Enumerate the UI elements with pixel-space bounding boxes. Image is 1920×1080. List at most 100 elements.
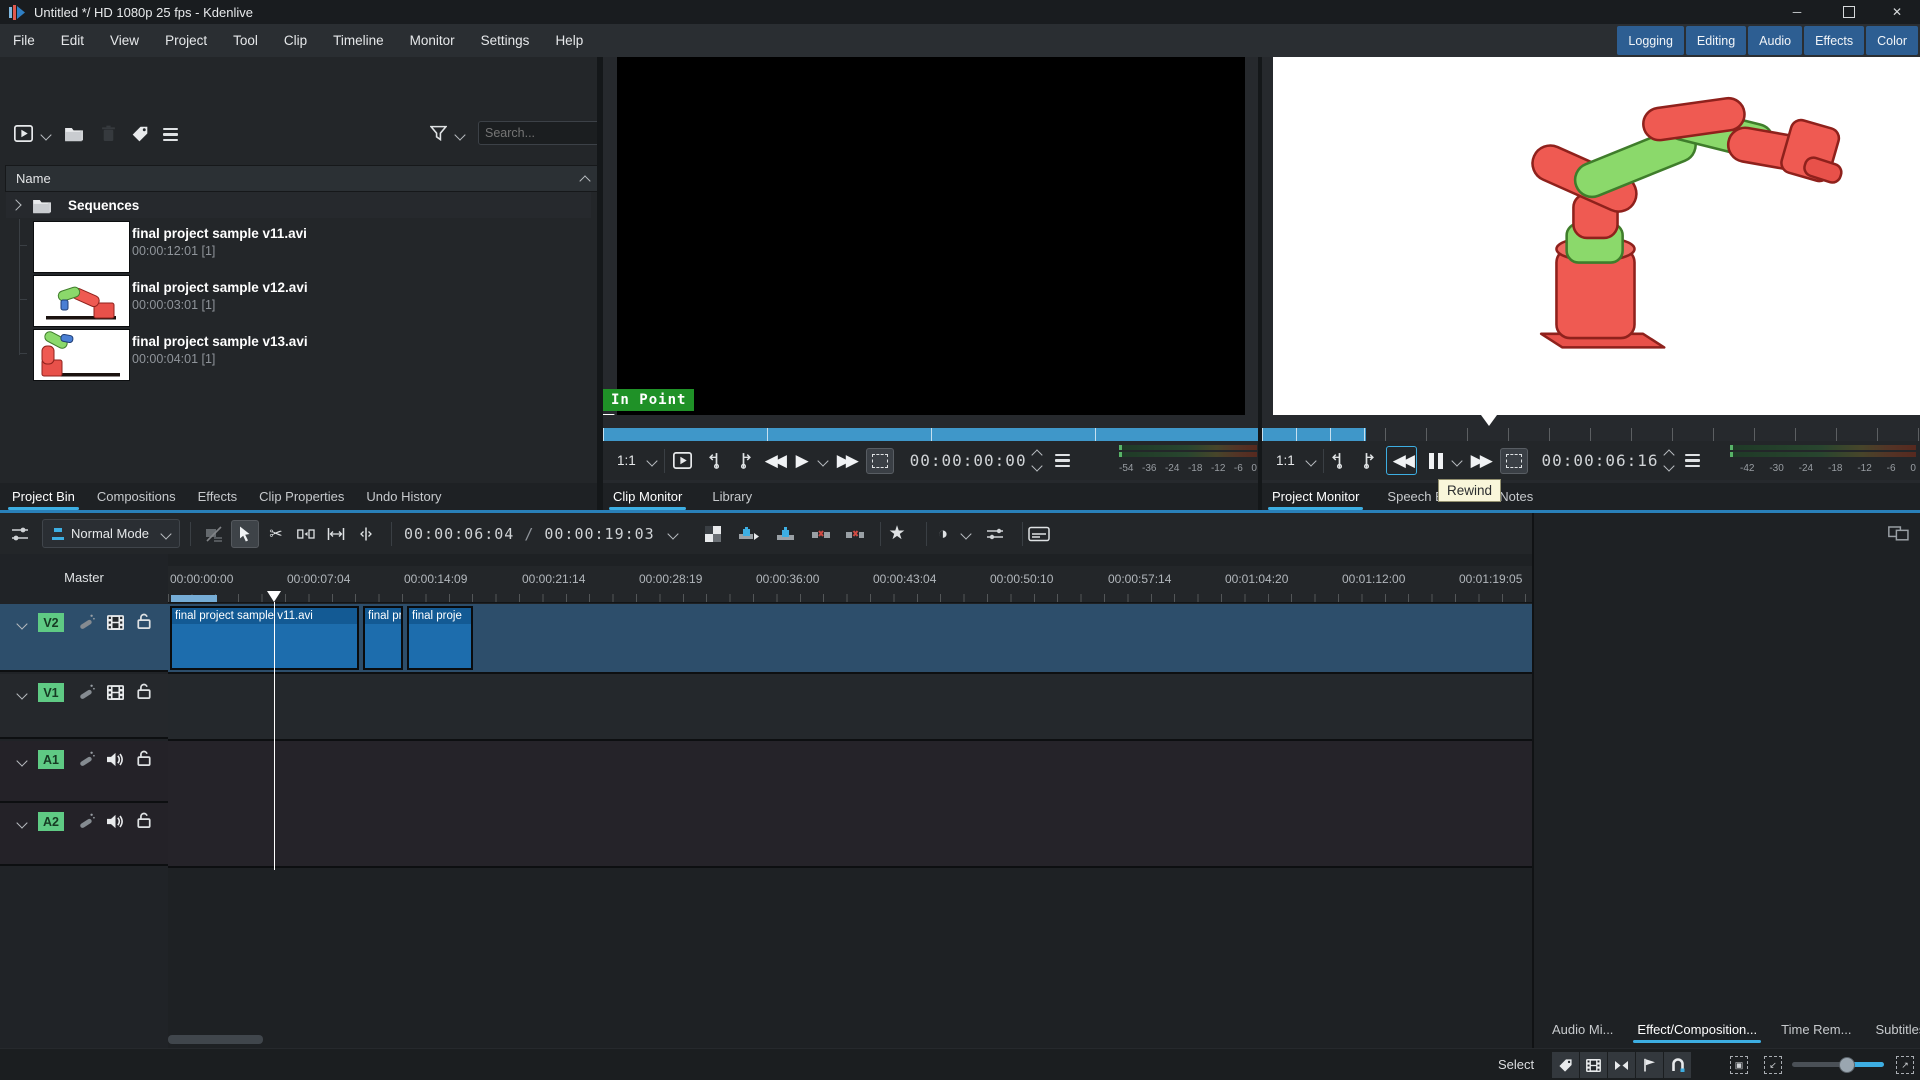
- collapse-track-icon[interactable]: [16, 817, 27, 828]
- minimize-button[interactable]: ─: [1774, 0, 1820, 24]
- collapse-track-icon[interactable]: [16, 618, 27, 629]
- layout-logging-button[interactable]: Logging: [1617, 26, 1684, 55]
- track-badge[interactable]: A1: [38, 750, 64, 769]
- lift-zone-icon[interactable]: [842, 521, 868, 547]
- markers-toggle[interactable]: [1636, 1052, 1663, 1078]
- project-monitor-ruler[interactable]: [1262, 415, 1920, 428]
- track-header-a2[interactable]: A2: [0, 803, 168, 866]
- clip-monitor-zone-bar[interactable]: [603, 428, 1258, 441]
- rewind-icon[interactable]: ◀◀: [1386, 446, 1417, 475]
- tab-time-remap[interactable]: Time Rem...: [1777, 1016, 1855, 1043]
- tab-audio-mixer[interactable]: Audio Mi...: [1548, 1016, 1617, 1043]
- tab-project-bin[interactable]: Project Bin: [8, 483, 79, 510]
- track-badge[interactable]: V1: [38, 683, 64, 702]
- zoom-out-button[interactable]: ↙: [1764, 1056, 1782, 1074]
- tab-project-monitor[interactable]: Project Monitor: [1268, 483, 1363, 510]
- bin-folder-row[interactable]: Sequences: [6, 192, 591, 218]
- clip-monitor-video[interactable]: [617, 57, 1245, 415]
- timecode-spinner[interactable]: [1665, 451, 1673, 470]
- tab-subtitles[interactable]: Subtitles: [1871, 1016, 1920, 1043]
- close-button[interactable]: ✕: [1874, 0, 1920, 24]
- monitor-zoom-level[interactable]: 1:1: [1276, 453, 1295, 468]
- track-header-v1[interactable]: V1: [0, 674, 168, 739]
- zoom-slider-thumb[interactable]: [1839, 1057, 1855, 1073]
- monitor-zoom-level[interactable]: 1:1: [617, 453, 636, 468]
- maximize-button[interactable]: [1826, 0, 1872, 24]
- tab-effect-composition[interactable]: Effect/Composition...: [1633, 1016, 1761, 1043]
- overwrite-zone-icon[interactable]: [772, 521, 798, 547]
- split-view-icon[interactable]: [1888, 526, 1909, 541]
- compositing-icon[interactable]: [700, 521, 726, 547]
- tag-icon[interactable]: [131, 125, 149, 143]
- favorite-effects-icon[interactable]: ★: [884, 521, 910, 547]
- fit-zoom-button[interactable]: ▣: [1730, 1056, 1748, 1074]
- bin-clip-row[interactable]: final project sample v11.avi 00:00:12:01…: [6, 219, 591, 273]
- lock-icon[interactable]: [136, 750, 152, 766]
- forward-icon[interactable]: ▶▶: [837, 452, 856, 469]
- track-effects-icon[interactable]: [78, 613, 95, 630]
- lock-icon[interactable]: [136, 613, 152, 629]
- layout-effects-button[interactable]: Effects: [1804, 26, 1864, 55]
- track-effects-icon[interactable]: [78, 683, 95, 700]
- track-effects-icon[interactable]: [78, 750, 95, 767]
- monitor-timecode[interactable]: 00:00:06:16: [1542, 451, 1659, 470]
- track-lane-a1[interactable]: [168, 741, 1532, 805]
- menu-tool[interactable]: Tool: [220, 24, 271, 57]
- pause-icon[interactable]: [1429, 453, 1443, 469]
- timeline-zone-bar[interactable]: [171, 595, 217, 602]
- track-badge[interactable]: A2: [38, 812, 64, 831]
- spacer-tool-button[interactable]: [293, 521, 319, 547]
- set-in-point-icon[interactable]: [1332, 452, 1347, 469]
- play-dropdown-icon[interactable]: [817, 455, 828, 466]
- play-in-monitor-icon[interactable]: [673, 452, 692, 469]
- layout-editing-button[interactable]: Editing: [1686, 26, 1746, 55]
- collapse-track-icon[interactable]: [16, 688, 27, 699]
- mixer-icon[interactable]: [982, 521, 1008, 547]
- timecode-dropdown-icon[interactable]: [667, 528, 678, 539]
- lock-icon[interactable]: [136, 812, 152, 828]
- menu-edit[interactable]: Edit: [48, 24, 97, 57]
- delete-icon[interactable]: [101, 125, 116, 142]
- track-effects-icon[interactable]: [78, 812, 95, 829]
- tags-toggle[interactable]: [1552, 1052, 1579, 1078]
- collapse-icon[interactable]: [579, 175, 590, 186]
- timeline-settings-icon[interactable]: [10, 524, 30, 544]
- video-track-icon[interactable]: [107, 615, 124, 630]
- menu-timeline[interactable]: Timeline: [320, 24, 397, 57]
- set-in-point-icon[interactable]: [709, 452, 724, 469]
- menu-clip[interactable]: Clip: [271, 24, 320, 57]
- zoom-slider-track[interactable]: [1792, 1062, 1884, 1067]
- master-button[interactable]: Master: [0, 560, 168, 594]
- search-input[interactable]: [478, 121, 604, 145]
- filter-icon[interactable]: [430, 125, 447, 141]
- split-icon[interactable]: [353, 521, 379, 547]
- audio-track-icon[interactable]: [107, 814, 124, 829]
- selection-tool-button[interactable]: [231, 520, 259, 548]
- timecode-spinner[interactable]: [1033, 451, 1041, 470]
- menu-settings[interactable]: Settings: [468, 24, 543, 57]
- collapse-track-icon[interactable]: [16, 755, 27, 766]
- record-dropdown-icon[interactable]: [960, 528, 971, 539]
- tab-compositions[interactable]: Compositions: [93, 483, 180, 510]
- monitor-menu-icon[interactable]: [1055, 454, 1070, 467]
- project-monitor-video[interactable]: [1273, 57, 1920, 415]
- tab-undo-history[interactable]: Undo History: [362, 483, 445, 510]
- playhead-line[interactable]: [274, 602, 275, 870]
- project-monitor-zone-bar[interactable]: [1262, 428, 1366, 441]
- zone-mode-button[interactable]: [866, 448, 894, 474]
- timeline-clip[interactable]: final proje: [407, 606, 473, 670]
- set-out-point-icon[interactable]: [1359, 452, 1374, 469]
- monitor-playhead-caret[interactable]: [1481, 415, 1497, 426]
- monitor-menu-icon[interactable]: [1685, 454, 1700, 467]
- video-thumbnails-toggle[interactable]: [1580, 1052, 1607, 1078]
- track-lane-a2[interactable]: [168, 803, 1532, 868]
- timeline-position[interactable]: 00:00:06:04: [404, 525, 514, 543]
- bin-clip-row[interactable]: final project sample v12.avi 00:00:03:01…: [6, 273, 591, 327]
- record-icon[interactable]: ◑: [930, 521, 956, 547]
- add-clip-icon[interactable]: [14, 125, 33, 142]
- timeline-clip[interactable]: final project sample v11.avi: [170, 606, 359, 670]
- snap-toggle[interactable]: [1664, 1052, 1691, 1078]
- menu-file[interactable]: File: [0, 24, 48, 57]
- layout-color-button[interactable]: Color: [1866, 26, 1918, 55]
- clip-monitor-ruler[interactable]: [603, 415, 1258, 428]
